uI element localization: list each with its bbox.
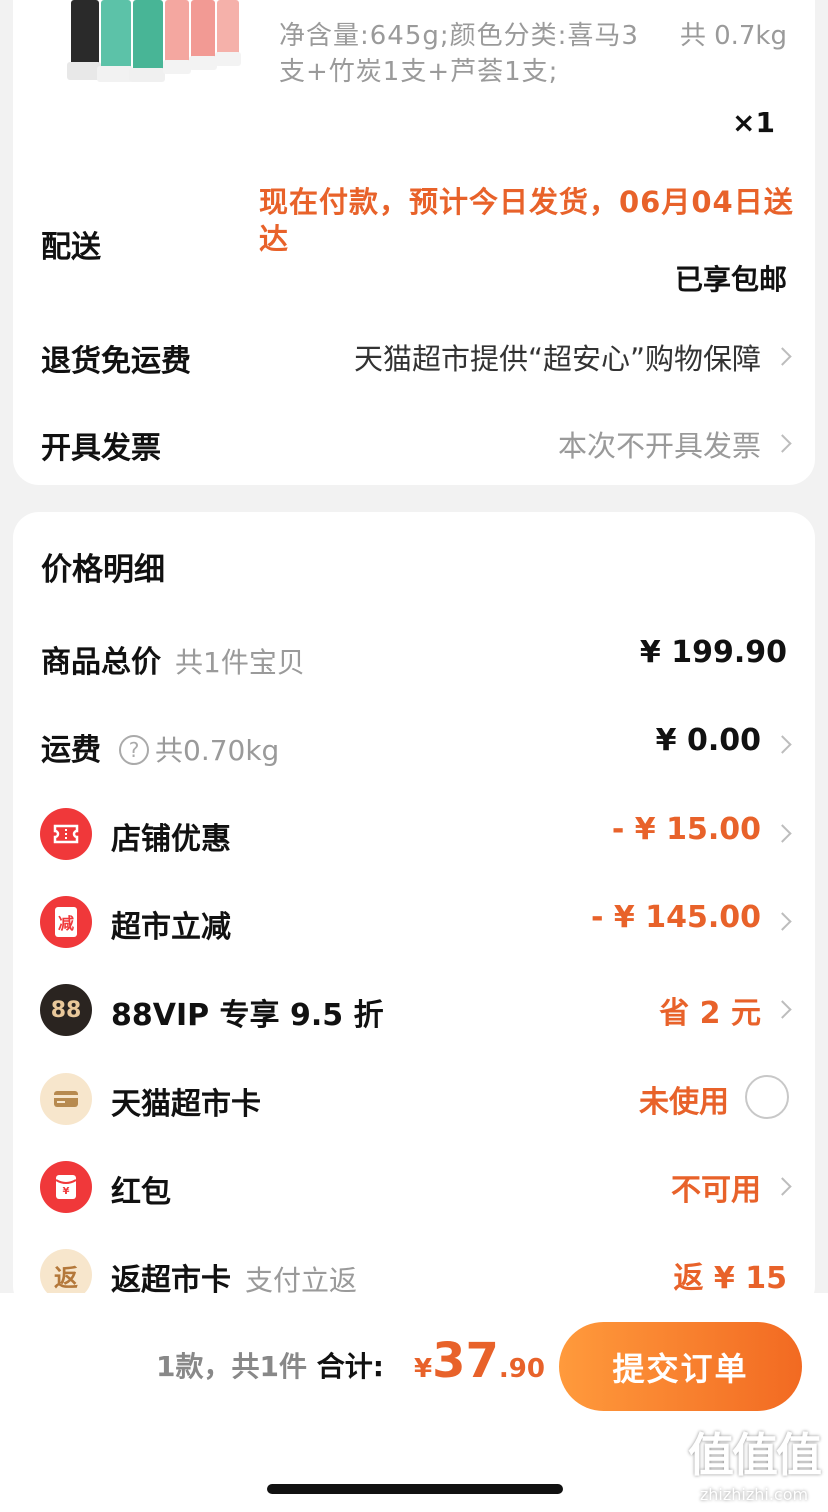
total-currency: ¥: [414, 1354, 433, 1384]
store-discount-label: 店铺优惠: [111, 822, 231, 857]
order-summary: 1款，共1件 合计:: [156, 1345, 384, 1385]
vip-88-icon: 88: [40, 984, 92, 1036]
chevron-right-icon: [773, 1000, 792, 1019]
chevron-right-icon: [773, 434, 792, 453]
chevron-right-icon: [773, 735, 792, 754]
watermark: 值值值 zhizhizhi.com: [688, 1419, 822, 1504]
help-icon[interactable]: ?: [119, 735, 149, 765]
red-envelope-icon: ¥: [40, 1161, 92, 1213]
watermark-url: zhizhizhi.com: [699, 1485, 809, 1504]
price-detail-title: 价格明细: [41, 552, 165, 588]
shipping-fee-row[interactable]: 运费? 共0.70kg ¥ 0.00: [13, 713, 815, 773]
shipping-weight: 共0.70kg: [155, 734, 280, 767]
market-card-label: 天猫超市卡: [111, 1087, 261, 1122]
store-discount-row[interactable]: 店铺优惠 - ¥ 15.00: [13, 802, 815, 862]
market-discount-row[interactable]: 减 超市立减 - ¥ 145.00: [13, 890, 815, 950]
goods-total-label: 商品总价: [41, 645, 161, 680]
price-detail-card: 价格明细 商品总价 共1件宝贝 ¥ 199.90 运费? 共0.70kg ¥ 0.0…: [13, 512, 815, 1312]
card-icon: [40, 1073, 92, 1125]
goods-total-row: 商品总价 共1件宝贝 ¥ 199.90: [13, 625, 815, 685]
invoice-value: 本次不开具发票: [557, 429, 761, 463]
order-info-card: 净含量:645g;颜色分类:喜马3支+竹炭1支+芦荟1支; 共 0.7kg ×1…: [13, 0, 815, 485]
product-weight: 共 0.7kg: [679, 21, 787, 51]
checkout-bar: 1款，共1件 合计: ¥37.90 提交订单 值值值 zhizhizhi.com: [0, 1293, 828, 1512]
shipping-fee-value: ¥ 0.00: [655, 723, 761, 758]
total-decimal: .90: [498, 1354, 545, 1384]
market-card-status: 未使用: [639, 1085, 729, 1120]
total-integer: 37: [432, 1333, 499, 1389]
product-image[interactable]: [53, 0, 243, 84]
home-indicator[interactable]: [267, 1484, 563, 1494]
chevron-right-icon: [773, 912, 792, 931]
red-envelope-label: 红包: [111, 1175, 171, 1210]
summary-total-label: 合计:: [316, 1350, 384, 1383]
product-spec: 净含量:645g;颜色分类:喜马3支+竹炭1支+芦荟1支;: [279, 21, 639, 87]
summary-count: 1款，共1件: [156, 1350, 307, 1383]
chevron-right-icon: [773, 347, 792, 366]
product-quantity: ×1: [732, 106, 775, 139]
return-shipping-label: 退货免运费: [41, 344, 191, 379]
market-discount-value: - ¥ 145.00: [591, 900, 761, 935]
vip-discount-row[interactable]: 88 88VIP 专享 9.5 折 省 2 元: [13, 978, 815, 1038]
submit-order-button[interactable]: 提交订单: [559, 1322, 802, 1411]
discount-icon: 减: [40, 896, 92, 948]
total-amount: ¥37.90: [414, 1333, 545, 1389]
coupon-icon: [40, 808, 92, 860]
delivery-estimate: 现在付款，预计今日发货，06月04日送达: [259, 185, 794, 256]
shipping-fee-label: 运费: [41, 733, 101, 768]
red-envelope-row[interactable]: ¥ 红包 不可用: [13, 1155, 815, 1215]
market-card-radio[interactable]: [745, 1075, 789, 1119]
market-card-row[interactable]: 天猫超市卡 未使用: [13, 1067, 815, 1127]
free-shipping-badge: 已享包邮: [674, 263, 787, 296]
vip-discount-value: 省 2 元: [659, 996, 761, 1031]
invoice-label: 开具发票: [41, 431, 161, 466]
return-shipping-value: 天猫超市提供“超安心”购物保障: [353, 342, 761, 376]
rebate-value: 返 ¥ 15: [673, 1261, 787, 1296]
delivery-label: 配送: [41, 230, 101, 265]
goods-total-value: ¥ 199.90: [639, 635, 787, 670]
vip-discount-label: 88VIP 专享 9.5 折: [111, 998, 384, 1033]
market-discount-label: 超市立减: [111, 910, 231, 945]
store-discount-value: - ¥ 15.00: [611, 812, 761, 847]
svg-text:¥: ¥: [63, 1186, 70, 1197]
watermark-logo: 值值值: [688, 1428, 822, 1482]
chevron-right-icon: [773, 1177, 792, 1196]
goods-count: 共1件宝贝: [175, 646, 305, 679]
red-envelope-status: 不可用: [671, 1173, 761, 1208]
chevron-right-icon: [773, 824, 792, 843]
